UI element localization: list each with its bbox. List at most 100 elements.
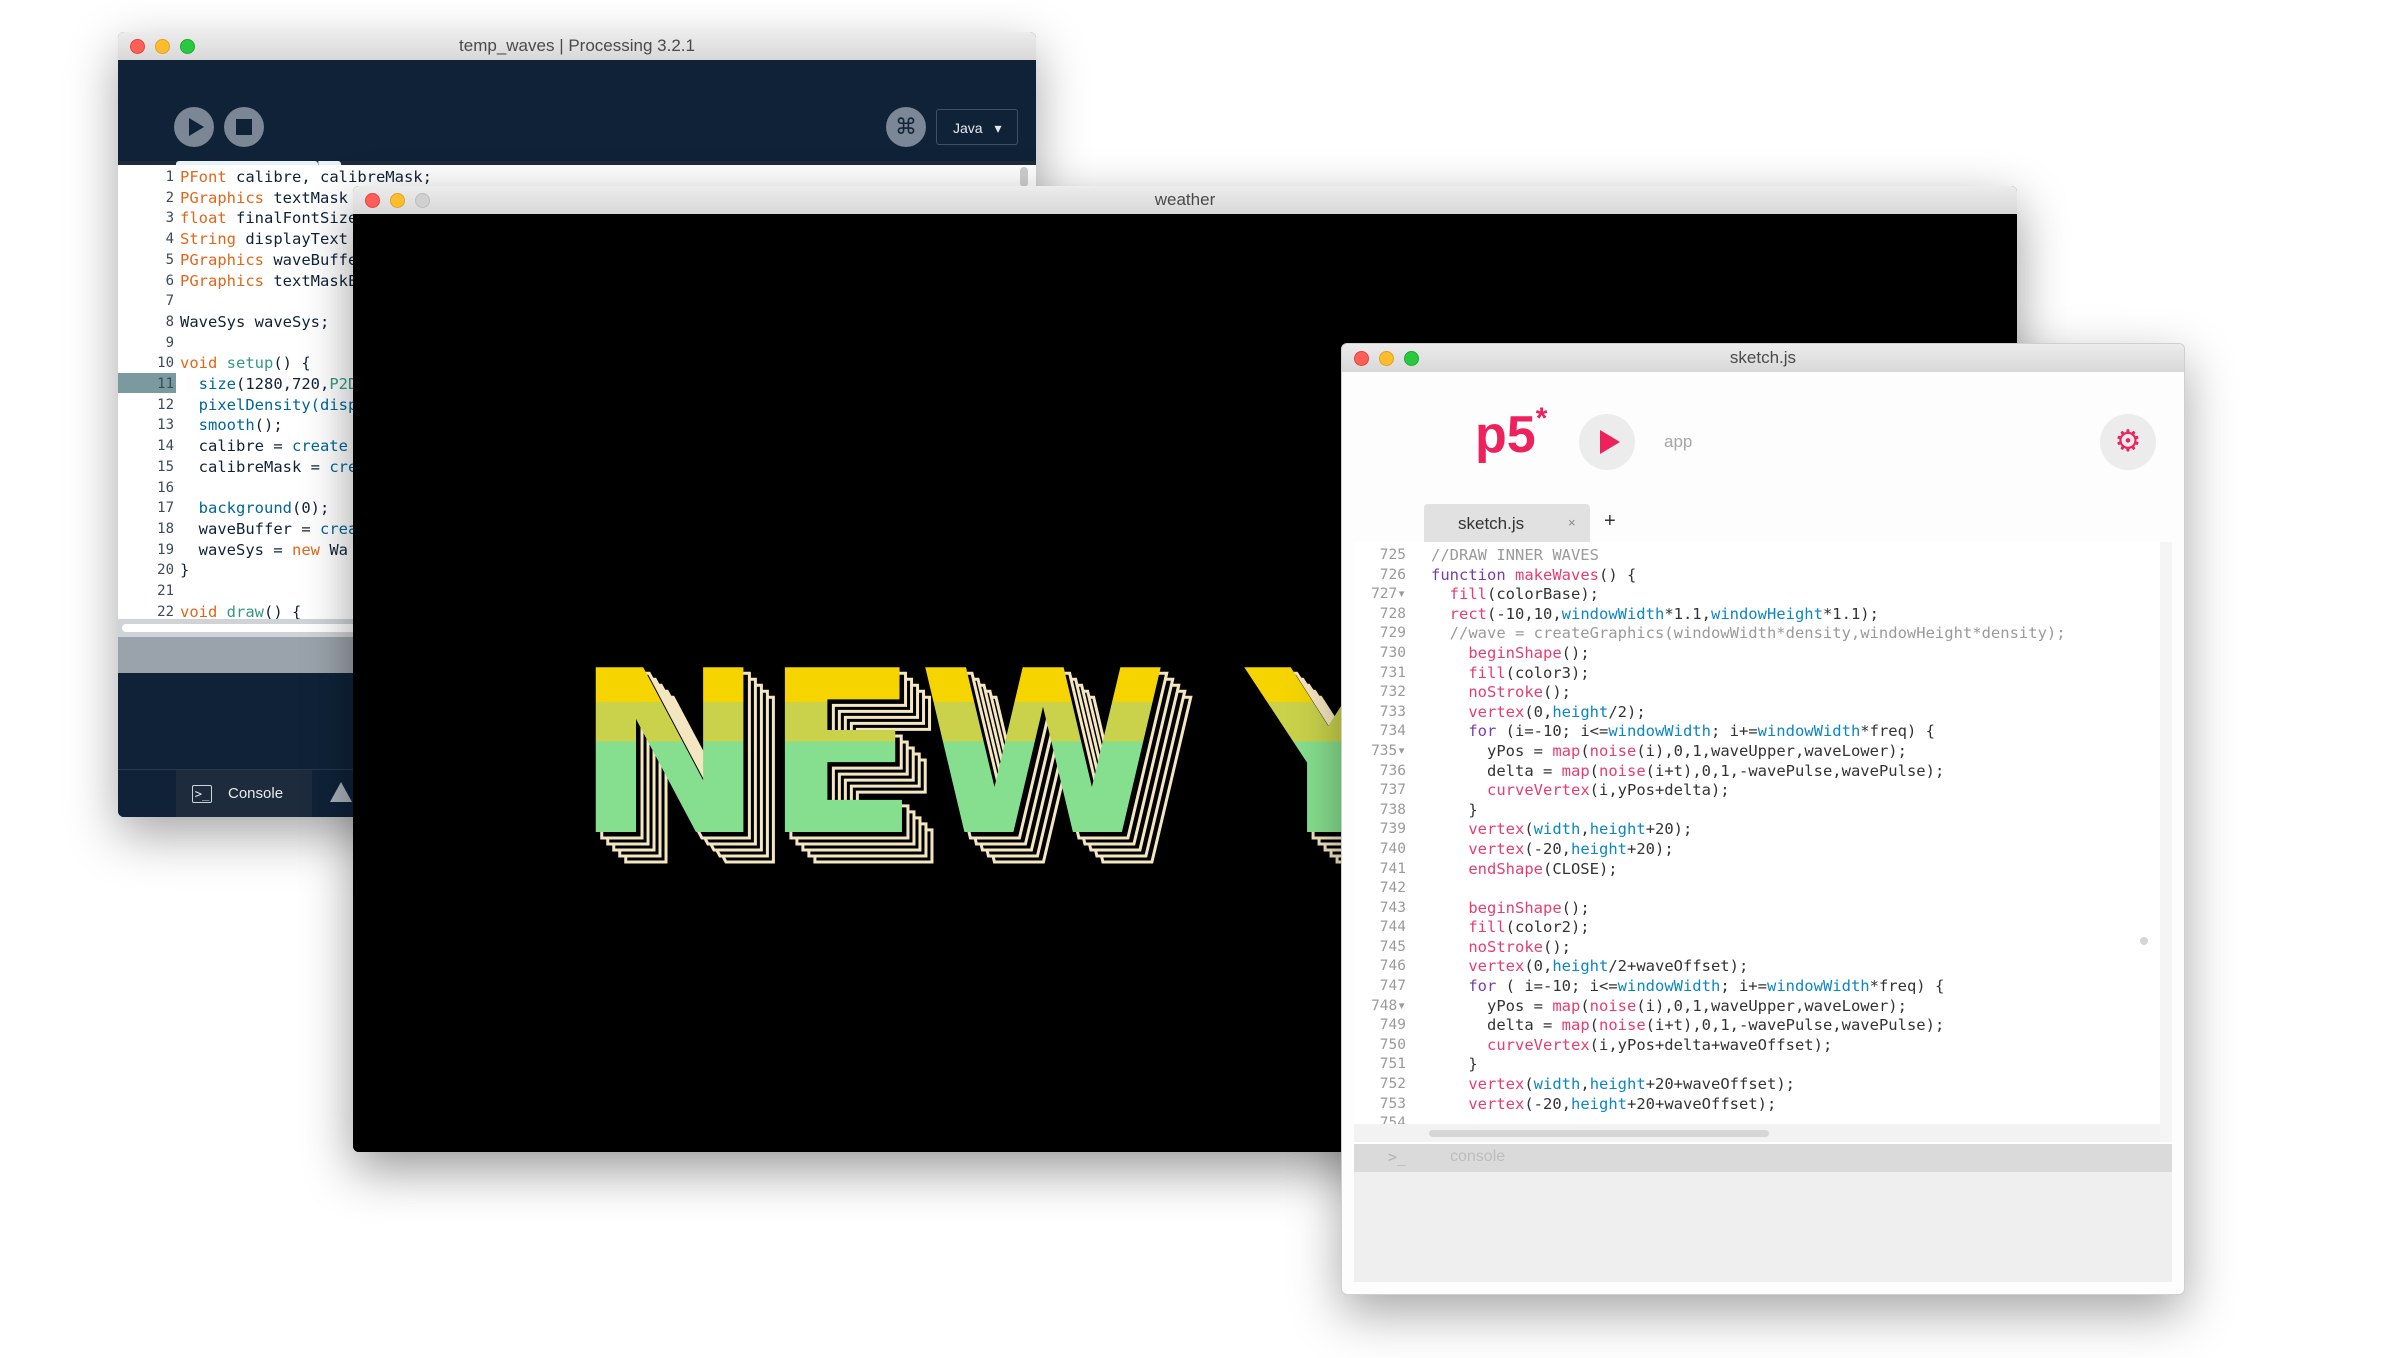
code-line[interactable]: vertex(width,height+20); [1431,820,2066,840]
code-token: map [1561,1016,1590,1035]
settings-button[interactable]: ⚙ [2100,414,2156,470]
code-line[interactable]: delta = map(noise(i+t),0,1,-wavePulse,wa… [1431,1016,2066,1036]
code-line[interactable]: vertex(-20,height+20); [1431,840,2066,860]
code-line[interactable]: noStroke(); [1431,683,2066,703]
app-label[interactable]: app [1664,432,1692,452]
code-line[interactable]: vertex(width,height+20+waveOffset); [1431,1075,2066,1095]
play-icon [189,118,204,136]
console-bar[interactable]: >_ console [1354,1144,2172,1172]
code-line[interactable]: for ( i=-10; i<=windowWidth; i+=windowWi… [1431,977,2066,997]
source-code[interactable]: //DRAW INNER WAVES function makeWaves() {… [1431,546,2066,1134]
stop-button[interactable] [224,107,264,147]
code-line[interactable]: delta = map(noise(i+t),0,1,-wavePulse,wa… [1431,762,2066,782]
hscroll-thumb[interactable] [1429,1130,1769,1137]
run-button[interactable] [174,107,214,147]
mode-selector[interactable]: Java ▾ [936,109,1018,145]
code-line[interactable]: endShape(CLOSE); [1431,860,2066,880]
code-line[interactable]: fill(colorBase); [1431,585,2066,605]
code-line[interactable]: noStroke(); [1431,938,2066,958]
code-token: windowHeight [1710,604,1823,623]
code-token: create [291,437,348,456]
line-number: 726 [1379,566,1406,583]
code-token: /2+waveOffset); [1608,957,1749,976]
line-number: 18 [157,520,174,537]
p5-header: p5* app ⚙ [1342,372,2184,496]
code-token: yPos = [1431,996,1553,1015]
line-number: 3 [165,210,174,227]
code-token: } [1431,1055,1478,1074]
vertical-scrollbar[interactable] [2160,542,2172,1142]
code-token: (); [1542,683,1571,702]
code-line[interactable]: vertex(0,height/2+waveOffset); [1431,957,2066,977]
code-line[interactable]: curveVertex(i,yPos+delta+waveOffset); [1431,1036,2066,1056]
code-line[interactable]: vertex(-20,height+20+waveOffset); [1431,1095,2066,1115]
debug-button[interactable]: ⌘ [886,107,926,147]
add-tab-button[interactable]: + [1604,510,1616,533]
code-line[interactable]: //DRAW INNER WAVES [1431,546,2066,566]
code-line[interactable]: rect(-10,10,windowWidth*1.1,windowHeight… [1431,605,2066,625]
code-line[interactable]: //wave = createGraphics(windowWidth*dens… [1431,624,2066,644]
code-line[interactable]: fill(color3); [1431,664,2066,684]
code-line[interactable]: vertex(0,height/2); [1431,703,2066,723]
line-number: 753 [1379,1095,1406,1112]
horizontal-scrollbar[interactable] [1354,1124,2160,1142]
line-number: 10 [157,355,174,372]
code-line[interactable]: yPos = map(noise(i),0,1,waveUpper,waveLo… [1431,742,2066,762]
line-number: 746 [1379,958,1406,975]
line-number: 739 [1379,821,1406,838]
code-token: +20); [1627,839,1674,858]
code-line[interactable]: fill(color2); [1431,918,2066,938]
code-token: ( [1580,741,1590,760]
p5-code-editor[interactable]: 725 726 727▾ 728 729 730 731 732 733 734 735▾ 736 73… [1354,542,2160,1144]
code-token: size [198,375,236,394]
chevron-down-icon: ▾ [994,120,1002,136]
console-prompt-icon: >_ [1388,1148,1407,1166]
code-line[interactable]: beginShape(); [1431,899,2066,919]
code-line[interactable]: for (i=-10; i<=windowWidth; i+=windowWid… [1431,722,2066,742]
code-token: (i),0,1,waveUpper,waveLower); [1636,996,1907,1015]
code-line[interactable]: } [1431,1055,2066,1075]
line-number: 745 [1379,938,1406,955]
weather-window-title: weather [1154,190,1216,209]
scroll-thumb[interactable] [1020,167,1028,187]
warning-icon[interactable] [330,782,352,802]
p5-run-button[interactable] [1579,414,1635,470]
code-line[interactable]: PFont calibre, calibreMask; [180,167,432,188]
code-line[interactable]: yPos = map(noise(i),0,1,waveUpper,waveLo… [1431,997,2066,1017]
code-line[interactable]: } [1431,801,2066,821]
code-token: (1280,720, [236,375,330,394]
code-token: ; i+= [1720,977,1767,996]
line-number: 727▾ [1371,586,1406,603]
code-line[interactable]: beginShape(); [1431,644,2066,664]
code-token: vertex [1468,702,1525,721]
code-token: height [1589,1075,1646,1094]
code-token: setup [226,354,274,373]
console-tab[interactable]: >_ Console [176,770,312,817]
code-token: pixelDensity [198,395,311,414]
close-tab-icon[interactable]: × [1568,515,1576,530]
code-token: new [291,540,320,559]
code-token: waveBuffer = [180,519,320,538]
scroll-thumb[interactable] [2140,937,2148,945]
line-number: 734 [1379,723,1406,740]
tab-sketch-js[interactable]: sketch.js × [1424,504,1590,542]
line-number: 749 [1379,1017,1406,1034]
code-line[interactable]: curveVertex(i,yPos+delta); [1431,781,2066,801]
code-token: ( i=-10; i<= [1496,977,1618,996]
line-number: 19 [157,541,174,558]
line-number: 725 [1379,547,1406,563]
p5-window-title: sketch.js [1729,348,1797,367]
code-line[interactable] [1431,879,2066,899]
code-token: crea [319,519,358,538]
code-token: (); [1561,643,1590,662]
code-line[interactable]: function makeWaves() { [1431,566,2066,586]
code-token: vertex [1468,1094,1525,1113]
